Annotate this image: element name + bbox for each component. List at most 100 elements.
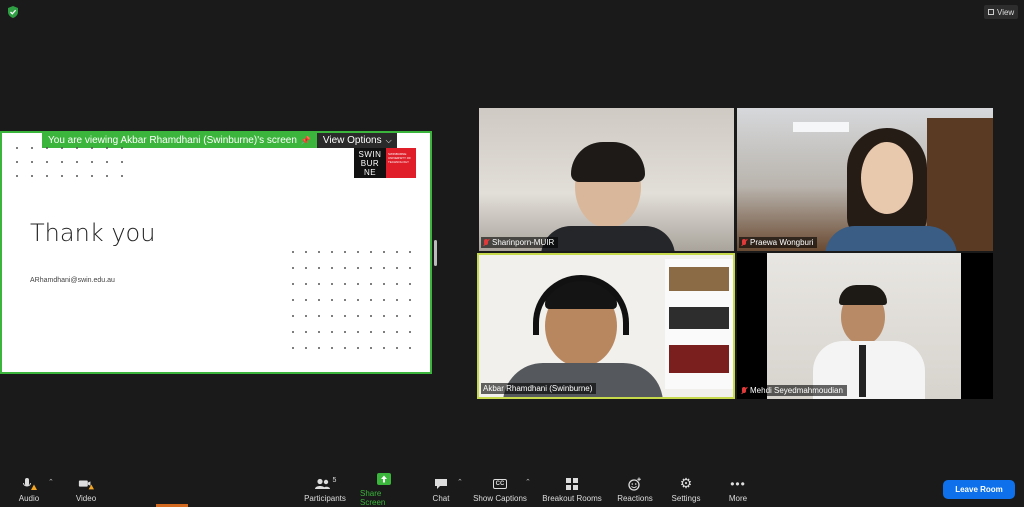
video-tile-1[interactable]: Sharinporn-MUIR bbox=[479, 108, 734, 251]
slide-dot bbox=[76, 161, 78, 163]
slide-dot bbox=[318, 299, 320, 301]
participant-hair bbox=[571, 142, 645, 182]
slide-dot bbox=[383, 283, 385, 285]
slide-dot bbox=[331, 299, 333, 301]
breakout-rooms-button[interactable]: Breakout Rooms bbox=[542, 472, 602, 507]
slide-dot bbox=[383, 299, 385, 301]
slide-dot bbox=[409, 299, 411, 301]
security-shield-icon[interactable] bbox=[6, 5, 20, 19]
audio-button[interactable]: Audio bbox=[14, 472, 44, 507]
slide-dot bbox=[61, 161, 63, 163]
slide-dot bbox=[383, 347, 385, 349]
slide-dot bbox=[344, 251, 346, 253]
participant-face bbox=[861, 142, 913, 214]
slide-dot bbox=[396, 267, 398, 269]
participant-shirt bbox=[825, 226, 957, 251]
slide-dot bbox=[331, 331, 333, 333]
reactions-icon bbox=[627, 477, 643, 491]
camera-warning-icon bbox=[78, 477, 94, 491]
slide-dot bbox=[357, 299, 359, 301]
slide-dot bbox=[318, 315, 320, 317]
participants-button[interactable]: 5 Participants bbox=[302, 472, 348, 507]
slide-dot bbox=[91, 147, 93, 149]
meeting-toolbar: Audio ⌃ Video 5 Participants Share Scree… bbox=[0, 472, 1024, 507]
more-button[interactable]: ••• More bbox=[724, 472, 752, 507]
participant-name-tag: Mehdi Seyedmahmoudian bbox=[739, 385, 847, 396]
participant-name-tag: Akbar Rhamdhani (Swinburne) bbox=[481, 383, 597, 394]
logo-wordmark: SWIN BUR NE bbox=[354, 148, 386, 178]
slide-dot bbox=[292, 299, 294, 301]
slide-dot bbox=[396, 347, 398, 349]
slide-dot bbox=[344, 283, 346, 285]
slide-dot bbox=[16, 147, 18, 149]
share-screen-button[interactable]: Share Screen bbox=[360, 472, 408, 507]
participant-hair bbox=[839, 285, 887, 305]
slide-dot bbox=[121, 175, 123, 177]
slide-dot bbox=[370, 283, 372, 285]
slide-dot bbox=[370, 347, 372, 349]
cc-text: CC bbox=[492, 478, 508, 489]
slide-dot bbox=[106, 175, 108, 177]
slide-dot bbox=[31, 175, 33, 177]
slide-dot bbox=[344, 347, 346, 349]
slide-dot bbox=[318, 331, 320, 333]
slide-dot bbox=[370, 251, 372, 253]
view-options-button[interactable]: View Options ⌵ bbox=[316, 133, 397, 148]
audio-label: Audio bbox=[18, 493, 40, 503]
slide-dot bbox=[292, 347, 294, 349]
slide-dot bbox=[383, 267, 385, 269]
participant-tie bbox=[859, 345, 866, 397]
chat-button[interactable]: Chat bbox=[428, 472, 454, 507]
leave-room-button[interactable]: Leave Room bbox=[943, 480, 1015, 499]
slide-dot bbox=[76, 175, 78, 177]
participant-name: Sharinporn-MUIR bbox=[492, 238, 555, 247]
settings-button[interactable]: ⚙ Settings bbox=[670, 472, 702, 507]
slide-dot bbox=[91, 175, 93, 177]
slide-dot bbox=[305, 315, 307, 317]
view-options-label: View Options bbox=[322, 135, 382, 146]
slide-dot bbox=[292, 331, 294, 333]
slide-dot bbox=[396, 315, 398, 317]
participant-name: Mehdi Seyedmahmoudian bbox=[750, 386, 843, 395]
shared-screen: You are viewing Akbar Rhamdhani (Swinbur… bbox=[0, 131, 432, 374]
slide-dot bbox=[396, 251, 398, 253]
reactions-label: Reactions bbox=[617, 493, 653, 503]
show-captions-button[interactable]: CC Show Captions bbox=[472, 472, 528, 507]
slide-dot bbox=[318, 251, 320, 253]
video-button[interactable]: Video bbox=[72, 472, 100, 507]
slide-dot bbox=[292, 315, 294, 317]
video-tile-2[interactable]: Praewa Wongburi bbox=[737, 108, 993, 251]
book-row bbox=[669, 307, 729, 329]
slide-dot bbox=[409, 315, 411, 317]
slide-dot bbox=[318, 283, 320, 285]
split-handle[interactable] bbox=[434, 240, 437, 266]
slide-dot bbox=[370, 299, 372, 301]
slide-dot bbox=[344, 267, 346, 269]
slide-dot bbox=[331, 347, 333, 349]
book-row bbox=[669, 345, 729, 373]
breakout-rooms-label: Breakout Rooms bbox=[542, 493, 602, 503]
participant-name-tag: Praewa Wongburi bbox=[739, 237, 818, 248]
share-message-text: You are viewing Akbar Rhamdhani (Swinbur… bbox=[48, 135, 297, 146]
logo-red-panel: SWINBURNE UNIVERSITY OF TECHNOLOGY bbox=[386, 148, 416, 178]
slide-dot bbox=[31, 147, 33, 149]
more-label: More bbox=[728, 493, 748, 503]
settings-label: Settings bbox=[671, 493, 701, 503]
captions-options-caret[interactable]: ⌃ bbox=[525, 478, 531, 486]
share-screen-label: Share Screen bbox=[360, 489, 386, 507]
audio-options-caret[interactable]: ⌃ bbox=[48, 478, 54, 486]
slide-dot bbox=[357, 251, 359, 253]
slide-dot bbox=[357, 283, 359, 285]
slide-dot bbox=[409, 347, 411, 349]
reactions-button[interactable]: Reactions bbox=[616, 472, 654, 507]
slide-dot bbox=[370, 267, 372, 269]
video-tile-3[interactable]: Akbar Rhamdhani (Swinburne) bbox=[477, 253, 735, 399]
slide-dot bbox=[318, 347, 320, 349]
swinburne-logo: SWIN BUR NE SWINBURNE UNIVERSITY OF TECHNO… bbox=[354, 148, 416, 178]
chat-options-caret[interactable]: ⌃ bbox=[457, 478, 463, 486]
share-banner: You are viewing Akbar Rhamdhani (Swinbur… bbox=[42, 133, 397, 148]
slide-dot bbox=[409, 267, 411, 269]
video-tile-4[interactable]: Mehdi Seyedmahmoudian bbox=[737, 253, 993, 399]
slide-email: ARhamdhani@swin.edu.au bbox=[30, 277, 115, 284]
view-button[interactable]: View bbox=[984, 5, 1018, 19]
